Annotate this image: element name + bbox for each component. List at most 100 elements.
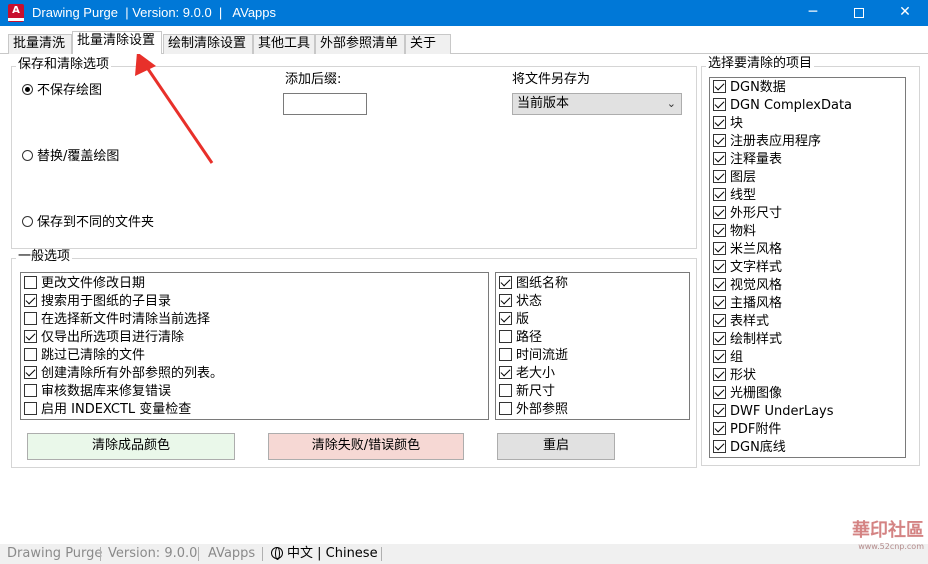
list-item[interactable]: 光栅图像 [713, 385, 782, 403]
list-item[interactable]: 绘制样式 [713, 331, 782, 349]
checkbox-checked-icon [713, 368, 726, 381]
list-item[interactable]: 启用 INDEXCTL 变量检查 [24, 401, 191, 419]
tab-batch-purge[interactable]: 批量清洗 [8, 34, 72, 54]
list-item[interactable]: DGN ComplexData [713, 97, 852, 115]
close-button[interactable]: ✕ [882, 0, 928, 26]
list-item[interactable]: 米兰风格 [713, 241, 782, 259]
list-item[interactable]: 跳过已清除的文件 [24, 347, 145, 365]
error-color-button[interactable]: 清除失败/错误颜色 [268, 433, 464, 460]
save-options-title: 保存和清除选项 [16, 57, 112, 72]
report-columns-list[interactable]: 图纸名称 状态 版 路径 时间流逝 老大小 新尺寸 外部参照 [495, 272, 690, 420]
radio-empty-icon [22, 216, 33, 227]
status-vendor: AVapps [208, 546, 256, 561]
status-divider [381, 547, 382, 561]
autocad-app-icon[interactable]: A [8, 4, 24, 22]
checkbox-checked-icon [713, 134, 726, 147]
list-item[interactable]: 状态 [499, 293, 542, 311]
list-item[interactable]: 新尺寸 [499, 383, 555, 401]
checkbox-checked-icon [713, 98, 726, 111]
suffix-input[interactable] [283, 93, 367, 115]
tab-draw-purge-settings[interactable]: 绘制清除设置 [163, 34, 253, 54]
list-item[interactable]: 块 [713, 115, 743, 133]
radio-no-save[interactable]: 不保存绘图 [22, 83, 102, 99]
list-item[interactable]: 外形尺寸 [713, 205, 782, 223]
list-item[interactable]: PDF附件 [713, 421, 781, 439]
list-item[interactable]: 文字样式 [713, 259, 782, 277]
main-panel: 保存和清除选项 不保存绘图 替换/覆盖绘图 保存到不同的文件夹 添加后缀: 将文… [0, 54, 928, 544]
list-item[interactable]: 仅导出所选项目进行清除 [24, 329, 184, 347]
checkbox-checked-icon [713, 260, 726, 273]
checkbox-checked-icon [713, 170, 726, 183]
status-bar: Drawing Purge Version: 9.0.0 AVapps 中文 |… [0, 544, 928, 564]
checkbox-checked-icon [713, 152, 726, 165]
list-item[interactable]: DGN底线 [713, 439, 786, 457]
list-item[interactable]: DGN数据 [713, 79, 786, 97]
checkbox-icon [24, 402, 37, 415]
checkbox-checked-icon [713, 386, 726, 399]
list-item[interactable]: 在选择新文件时清除当前选择 [24, 311, 210, 329]
radio-save-other-folder[interactable]: 保存到不同的文件夹 [22, 215, 154, 231]
checkbox-checked-icon [713, 404, 726, 417]
tab-xref-list[interactable]: 外部参照清单 [315, 34, 405, 54]
list-item[interactable]: 更改文件修改日期 [24, 275, 145, 293]
list-item[interactable]: 审核数据库来修复错误 [24, 383, 171, 401]
maximize-button[interactable] [836, 0, 882, 26]
checkbox-icon [24, 348, 37, 361]
tab-about[interactable]: 关于 [405, 34, 451, 54]
list-item[interactable]: 形状 [713, 367, 756, 385]
checkbox-checked-icon [713, 188, 726, 201]
title-bar: A Drawing Purge | Version: 9.0.0 | AVapp… [0, 0, 928, 26]
checkbox-icon [24, 312, 37, 325]
checkbox-checked-icon [713, 332, 726, 345]
checkbox-icon [24, 276, 37, 289]
list-item[interactable]: 图纸名称 [499, 275, 568, 293]
list-item[interactable]: 老大小 [499, 365, 555, 383]
tab-batch-purge-settings[interactable]: 批量清除设置 [72, 31, 162, 54]
checkbox-checked-icon [713, 80, 726, 93]
list-item[interactable]: 搜索用于图纸的子目录 [24, 293, 171, 311]
watermark-logo: 華印社區 www.52cnp.com [852, 520, 924, 551]
checkbox-checked-icon [713, 314, 726, 327]
success-color-button[interactable]: 清除成品颜色 [27, 433, 235, 460]
list-item[interactable]: DWF UnderLays [713, 403, 834, 421]
checkbox-checked-icon [24, 294, 37, 307]
radio-replace-overwrite[interactable]: 替换/覆盖绘图 [22, 149, 119, 165]
purge-items-list[interactable]: DGN数据 DGN ComplexData 块 注册表应用程序 注释量表 图层 … [709, 77, 906, 458]
list-item[interactable]: 外部参照 [499, 401, 568, 419]
radio-selected-icon [22, 84, 33, 95]
checkbox-checked-icon [713, 296, 726, 309]
tab-other-tools[interactable]: 其他工具 [253, 34, 315, 54]
checkbox-checked-icon [713, 278, 726, 291]
checkbox-icon [24, 384, 37, 397]
checkbox-checked-icon [499, 276, 512, 289]
list-item[interactable]: 组 [713, 349, 743, 367]
checkbox-checked-icon [713, 422, 726, 435]
checkbox-checked-icon [713, 224, 726, 237]
purge-items-title: 选择要清除的项目 [706, 56, 815, 71]
checkbox-icon [499, 330, 512, 343]
list-item[interactable]: 时间流逝 [499, 347, 568, 365]
list-item[interactable]: 物料 [713, 223, 756, 241]
list-item[interactable]: 版 [499, 311, 529, 329]
list-item[interactable]: 表样式 [713, 313, 769, 331]
restart-button[interactable]: 重启 [497, 433, 615, 460]
minimize-button[interactable]: ─ [790, 0, 836, 26]
list-item[interactable]: 注册表应用程序 [713, 133, 821, 151]
list-item[interactable]: 图层 [713, 169, 756, 187]
list-item[interactable]: 线型 [713, 187, 756, 205]
list-item[interactable]: 路径 [499, 329, 542, 347]
list-item[interactable]: 主播风格 [713, 295, 782, 313]
list-item[interactable]: 视觉风格 [713, 277, 782, 295]
window-title: Drawing Purge | Version: 9.0.0 | AVapps [32, 5, 277, 20]
language-selector[interactable]: 中文 | Chinese [271, 544, 378, 564]
tab-strip: 批量清洗 批量清除设置 绘制清除设置 其他工具 外部参照清单 关于 [0, 26, 928, 54]
status-app-name: Drawing Purge [7, 546, 103, 561]
list-item[interactable]: 创建清除所有外部参照的列表。 [24, 365, 223, 383]
list-item[interactable]: 注释量表 [713, 151, 782, 169]
save-as-version-select[interactable]: 当前版本 ⌄ [512, 93, 682, 115]
checkbox-checked-icon [499, 312, 512, 325]
checkbox-checked-icon [713, 116, 726, 129]
general-options-list[interactable]: 更改文件修改日期 搜索用于图纸的子目录 在选择新文件时清除当前选择 仅导出所选项… [20, 272, 489, 420]
checkbox-icon [499, 384, 512, 397]
maximize-icon [854, 8, 864, 18]
